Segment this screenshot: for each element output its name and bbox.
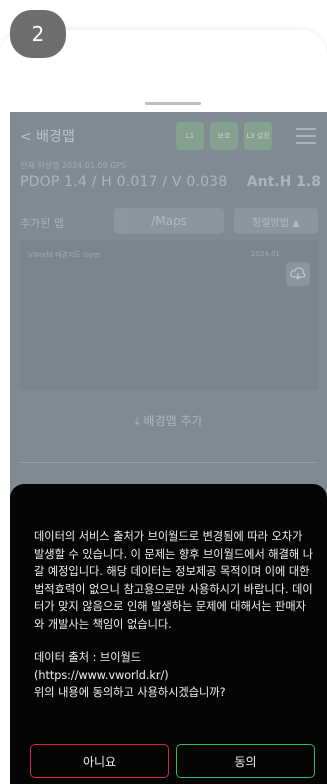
map-list: VWorld 배경지도 layer 2024.01 bbox=[20, 240, 318, 390]
header-button-1[interactable]: L1 bbox=[176, 122, 204, 150]
hamburger-menu-icon[interactable] bbox=[296, 128, 316, 149]
header-button-2[interactable]: 보호 bbox=[210, 122, 238, 150]
agree-button[interactable]: 동의 bbox=[176, 744, 315, 778]
app-header: < 배경맵 L1 보호 L3 설정 bbox=[10, 112, 327, 162]
add-basemap-label: 배경맵 추가 bbox=[143, 414, 203, 428]
dialog-message: 데이터의 서비스 출처가 브이월드로 변경됨에 따라 오차가 발생할 수 있습니… bbox=[34, 530, 314, 631]
consent-question: 위의 내용에 동의하고 사용하시겠습니까? bbox=[34, 686, 226, 699]
antenna-height: Ant.H 1.8 bbox=[246, 174, 321, 190]
add-basemap-button[interactable]: ⤓ 배경맵 추가 bbox=[10, 412, 327, 429]
list-item-date: 2024.01 bbox=[251, 250, 280, 258]
gps-info-line: 현재 위성맵 2024.01.09 GPS bbox=[20, 161, 127, 170]
source-url: (https://www.vworld.kr/) bbox=[34, 668, 169, 682]
download-icon: ⤓ bbox=[134, 414, 144, 428]
step-badge: 2 bbox=[10, 10, 66, 58]
consent-dialog: 데이터의 서비스 출처가 브이월드로 변경됨에 따라 오차가 발생할 수 있습니… bbox=[10, 484, 327, 784]
maps-folder-button[interactable]: /Maps bbox=[114, 208, 224, 234]
pdop-readout: PDOP 1.4 / H 0.017 / V 0.038 bbox=[20, 174, 228, 190]
divider bbox=[20, 462, 318, 463]
source-label: 데이터 출처 : 브이월드 bbox=[34, 651, 142, 664]
cloud-download-icon[interactable] bbox=[286, 262, 310, 286]
dialog-body: 데이터의 서비스 출처가 브이월드로 변경됨에 따라 오차가 발생할 수 있습니… bbox=[34, 528, 314, 702]
header-button-3[interactable]: L3 설정 bbox=[244, 122, 272, 150]
added-maps-label: 추가된 맵 bbox=[20, 217, 64, 230]
decline-button[interactable]: 아니요 bbox=[30, 744, 169, 778]
drag-handle[interactable] bbox=[145, 102, 201, 105]
sort-button[interactable]: 정렬방법 ▲ bbox=[234, 208, 318, 234]
list-item-name[interactable]: VWorld 배경지도 layer bbox=[28, 250, 101, 260]
back-title[interactable]: < 배경맵 bbox=[20, 126, 75, 146]
